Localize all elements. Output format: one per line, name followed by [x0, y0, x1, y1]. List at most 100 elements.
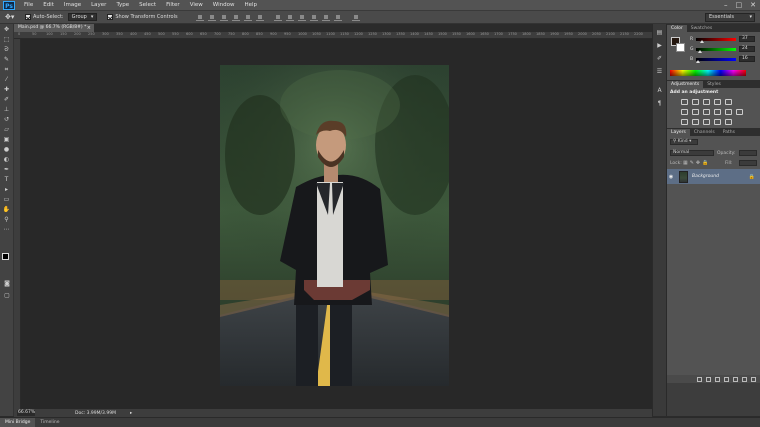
channel-mixer-icon[interactable]	[725, 109, 732, 115]
zoom-tool-icon[interactable]: ⚲	[1, 215, 13, 224]
invert-icon[interactable]	[681, 119, 688, 125]
lock-options-icons[interactable]: ▦✎✥🔒	[683, 160, 710, 166]
exposure-icon[interactable]	[714, 99, 721, 105]
green-slider[interactable]	[696, 47, 736, 53]
align-bottom-icon[interactable]	[219, 14, 228, 21]
tab-styles[interactable]: Styles	[703, 81, 725, 88]
move-tool-preset-icon[interactable]: ✥▾	[5, 13, 19, 22]
levels-icon[interactable]	[692, 99, 699, 105]
fill-field[interactable]	[739, 160, 757, 166]
rectangle-tool-icon[interactable]: ▭	[1, 195, 13, 204]
history-brush-tool-icon[interactable]: ↺	[1, 115, 13, 124]
extra-tools-icon[interactable]: ⋯	[1, 225, 13, 234]
dodge-tool-icon[interactable]: ◐	[1, 155, 13, 164]
minimize-button[interactable]: –	[724, 1, 728, 9]
color-lookup-icon[interactable]	[736, 109, 743, 115]
align-vcenter-icon[interactable]	[207, 14, 216, 21]
add-mask-icon[interactable]	[715, 376, 720, 382]
link-layers-icon[interactable]	[697, 376, 702, 382]
screen-mode-icon[interactable]: ▢	[1, 291, 13, 300]
menu-view[interactable]: View	[185, 0, 208, 11]
menu-window[interactable]: Window	[208, 0, 240, 11]
menu-edit[interactable]: Edit	[38, 0, 59, 11]
new-group-icon[interactable]	[733, 376, 738, 382]
properties-panel-icon[interactable]: ☰	[654, 67, 665, 76]
blue-slider-knob[interactable]	[696, 59, 701, 63]
fx-icon[interactable]	[706, 376, 711, 382]
black-white-icon[interactable]	[703, 109, 710, 115]
menu-help[interactable]: Help	[239, 0, 262, 11]
zoom-level-field[interactable]: 66.67%	[17, 410, 35, 416]
align-hcenter-icon[interactable]	[243, 14, 252, 21]
gradient-map-icon[interactable]	[714, 119, 721, 125]
menu-select[interactable]: Select	[134, 0, 161, 11]
red-value-field[interactable]: 37	[739, 36, 755, 42]
status-menu-arrow-icon[interactable]: ▸	[130, 411, 132, 416]
blend-mode-dropdown[interactable]: Normal	[670, 150, 714, 156]
eyedropper-tool-icon[interactable]: ⁄	[1, 75, 13, 84]
layer-name[interactable]: Background	[692, 174, 719, 179]
character-panel-icon[interactable]: A	[654, 86, 665, 95]
red-slider-knob[interactable]	[700, 39, 704, 43]
actions-panel-icon[interactable]: ▶	[654, 41, 665, 50]
green-value-field[interactable]: 24	[739, 46, 755, 52]
align-right-icon[interactable]	[255, 14, 264, 21]
vibrance-icon[interactable]	[725, 99, 732, 105]
tab-timeline[interactable]: Timeline	[35, 418, 64, 427]
new-adjustment-icon[interactable]	[724, 376, 729, 382]
tab-mini-bridge[interactable]: Mini Bridge	[0, 418, 36, 427]
posterize-icon[interactable]	[692, 119, 699, 125]
tab-swatches[interactable]: Swatches	[687, 25, 717, 32]
menu-layer[interactable]: Layer	[86, 0, 111, 11]
horizontal-ruler[interactable]: 0 50 100 150 200 250 300 350 400 450 500 550 600 650 7…	[14, 32, 652, 39]
brush-tool-icon[interactable]: ✐	[1, 95, 13, 104]
distribute-right-icon[interactable]	[333, 14, 342, 21]
distribute-hcenter-icon[interactable]	[321, 14, 330, 21]
foreground-color-swatch[interactable]	[2, 253, 9, 260]
trash-icon[interactable]	[751, 376, 756, 382]
menu-file[interactable]: File	[19, 0, 38, 11]
align-top-icon[interactable]	[195, 14, 204, 21]
photo-filter-icon[interactable]	[714, 109, 721, 115]
opacity-field[interactable]	[739, 150, 757, 156]
tab-channels[interactable]: Channels	[690, 129, 719, 136]
maximize-button[interactable]: □	[736, 1, 743, 9]
tab-layers[interactable]: Layers	[667, 129, 690, 136]
crop-tool-icon[interactable]: ⌗	[1, 65, 13, 74]
distribute-bottom-icon[interactable]	[297, 14, 306, 21]
auto-select-dropdown[interactable]: Group ▾	[67, 13, 98, 21]
threshold-icon[interactable]	[703, 119, 710, 125]
distribute-top-icon[interactable]	[273, 14, 282, 21]
show-transform-checkbox[interactable]	[107, 14, 114, 20]
green-slider-knob[interactable]	[697, 49, 702, 53]
close-icon[interactable]: ×	[87, 24, 91, 32]
document-tab[interactable]: Main.psd @ 66.7% (RGB/8#) * ×	[14, 24, 94, 32]
blur-tool-icon[interactable]: ●	[1, 145, 13, 154]
layer-row-background[interactable]: ◉ Background 🔒	[667, 169, 760, 184]
align-left-icon[interactable]	[231, 14, 240, 21]
path-selection-tool-icon[interactable]: ▸	[1, 185, 13, 194]
layer-filter-kind[interactable]: ⚲ Kind ▾	[670, 139, 698, 145]
auto-select-checkbox[interactable]	[25, 14, 31, 20]
menu-image[interactable]: Image	[59, 0, 86, 11]
curves-icon[interactable]	[703, 99, 710, 105]
type-tool-icon[interactable]: T	[1, 175, 13, 184]
workspace-dropdown[interactable]: Essentials ▾	[705, 13, 755, 22]
background-color-swatch[interactable]	[676, 43, 685, 52]
document-image[interactable]	[220, 65, 449, 386]
quick-select-tool-icon[interactable]: ✎	[1, 55, 13, 64]
vertical-ruler[interactable]	[14, 39, 21, 409]
auto-align-icon[interactable]	[351, 14, 360, 21]
healing-brush-tool-icon[interactable]: ✚	[1, 85, 13, 94]
hand-tool-icon[interactable]: ✋	[1, 205, 13, 214]
move-tool-icon[interactable]: ✥	[1, 25, 13, 34]
gradient-tool-icon[interactable]: ▣	[1, 135, 13, 144]
menu-filter[interactable]: Filter	[161, 0, 185, 11]
hue-saturation-icon[interactable]	[681, 109, 688, 115]
clone-stamp-tool-icon[interactable]: ⊥	[1, 105, 13, 114]
blue-value-field[interactable]: 16	[739, 56, 755, 62]
tab-adjustments[interactable]: Adjustments	[667, 81, 704, 88]
marquee-tool-icon[interactable]: ⬚	[1, 35, 13, 44]
history-panel-icon[interactable]: ▤	[654, 28, 665, 37]
lasso-tool-icon[interactable]: ᘐ	[1, 45, 13, 54]
